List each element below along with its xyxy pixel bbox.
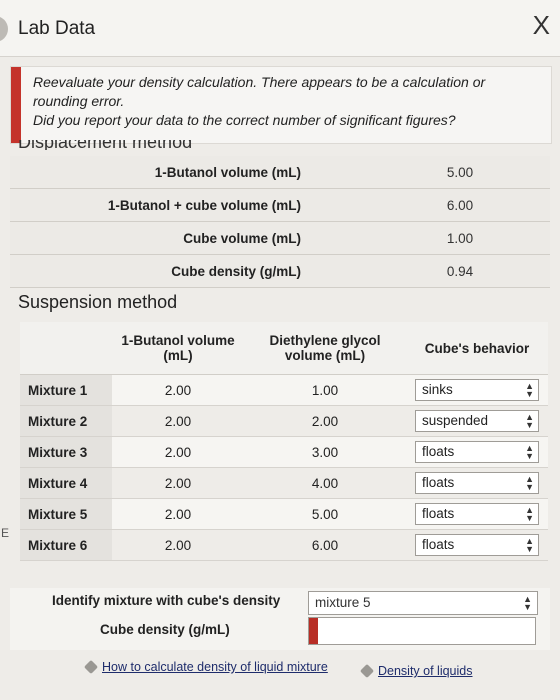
identify-section: Identify mixture with cube's density mix… <box>10 588 550 650</box>
error-marker <box>309 618 318 644</box>
butanol-value: 2.00 <box>112 467 244 499</box>
row-label: 1-Butanol + cube volume (mL) <box>10 188 341 222</box>
calc-density-link[interactable]: How to calculate density of liquid mixtu… <box>83 659 328 675</box>
header-row: 1-Butanol volume (mL) Diethylene glycol … <box>20 322 548 375</box>
displacement-heading: Displacement method <box>18 140 193 150</box>
table-row: Mixture 5 2.00 5.00 floats ▲ ▼ <box>20 498 548 530</box>
cube-density-input[interactable] <box>308 617 536 645</box>
table-row: 1-Butanol volume (mL) 5.00 <box>10 156 550 189</box>
empty-header <box>20 322 112 375</box>
behavior-select[interactable]: floats ▲ ▼ <box>415 472 539 494</box>
displacement-table: 1-Butanol volume (mL) 5.00 1-Butanol + c… <box>10 156 550 288</box>
butanol-value: 2.00 <box>112 498 244 530</box>
side-tab <box>0 16 8 42</box>
alert-line-2: Did you report your data to the correct … <box>33 112 456 128</box>
row-value: 1.00 <box>341 221 550 255</box>
row-value: 5.00 <box>341 156 550 189</box>
alert-line-1: Reevaluate your density calculation. The… <box>33 74 486 109</box>
alert-accent-bar <box>11 67 21 143</box>
glycol-value: 3.00 <box>244 436 406 468</box>
updown-arrows-icon: ▲ ▼ <box>525 474 534 492</box>
behavior-select[interactable]: floats ▲ ▼ <box>415 503 539 525</box>
row-value: 0.94 <box>341 254 550 288</box>
suspension-table: 1-Butanol volume (mL) Diethylene glycol … <box>20 322 548 561</box>
behavior-select[interactable]: floats ▲ ▼ <box>415 534 539 556</box>
density-liquids-link[interactable]: Density of liquids <box>359 663 473 679</box>
identify-label: Identify mixture with cube's density <box>52 593 281 608</box>
table-row: Mixture 3 2.00 3.00 floats ▲ ▼ <box>20 436 548 468</box>
column-header-glycol: Diethylene glycol volume (mL) <box>244 322 406 375</box>
mixture-label: Mixture 2 <box>20 405 112 437</box>
row-label: Cube volume (mL) <box>10 221 341 255</box>
help-links: How to calculate density of liquid mixtu… <box>0 656 560 680</box>
behavior-value: floats <box>422 537 455 552</box>
window-title: Lab Data <box>18 18 96 39</box>
table-row: Mixture 2 2.00 2.00 suspended ▲ ▼ <box>20 405 548 437</box>
behavior-value: suspended <box>422 413 489 428</box>
mixture-label: Mixture 5 <box>20 498 112 530</box>
updown-arrows-icon: ▲ ▼ <box>525 536 534 554</box>
row-label: 1-Butanol volume (mL) <box>10 156 341 189</box>
glycol-value: 1.00 <box>244 374 406 406</box>
butanol-value: 2.00 <box>112 529 244 561</box>
behavior-select[interactable]: floats ▲ ▼ <box>415 441 539 463</box>
butanol-value: 2.00 <box>112 405 244 437</box>
updown-arrows-icon: ▲ ▼ <box>523 594 532 612</box>
mixture-select-value: mixture 5 <box>315 595 371 610</box>
behavior-select[interactable]: suspended ▲ ▼ <box>415 410 539 432</box>
title-bar: Lab Data X <box>0 0 560 57</box>
updown-arrows-icon: ▲ ▼ <box>525 412 534 430</box>
updown-arrows-icon: ▲ ▼ <box>525 505 534 523</box>
row-value: 6.00 <box>341 188 550 222</box>
mixture-label: Mixture 6 <box>20 529 112 561</box>
behavior-value: floats <box>422 506 455 521</box>
mixture-label: Mixture 3 <box>20 436 112 468</box>
column-header-behavior: Cube's behavior <box>406 322 548 375</box>
row-label: Cube density (g/mL) <box>10 254 341 288</box>
edge-letter: E <box>1 526 10 540</box>
table-row: Cube density (g/mL) 0.94 <box>10 254 550 288</box>
glycol-value: 6.00 <box>244 529 406 561</box>
glycol-value: 4.00 <box>244 467 406 499</box>
link-diamond-icon <box>359 663 375 679</box>
suspension-heading: Suspension method <box>18 292 178 312</box>
glycol-value: 5.00 <box>244 498 406 530</box>
table-row: Mixture 6 2.00 6.00 floats ▲ ▼ <box>20 529 548 561</box>
table-row: 1-Butanol + cube volume (mL) 6.00 <box>10 188 550 222</box>
table-row: Mixture 4 2.00 4.00 floats ▲ ▼ <box>20 467 548 499</box>
column-header-butanol: 1-Butanol volume (mL) <box>112 322 244 375</box>
error-alert: Reevaluate your density calculation. The… <box>10 66 552 144</box>
mixture-label: Mixture 4 <box>20 467 112 499</box>
butanol-value: 2.00 <box>112 436 244 468</box>
calc-density-link-text: How to calculate density of liquid mixtu… <box>102 660 328 674</box>
density-label: Cube density (g/mL) <box>100 622 230 637</box>
behavior-value: floats <box>422 475 455 490</box>
butanol-value: 2.00 <box>112 374 244 406</box>
lab-data-page: Lab Data X Reevaluate your density calcu… <box>0 0 560 700</box>
close-icon[interactable]: X <box>533 10 550 41</box>
updown-arrows-icon: ▲ ▼ <box>525 381 534 399</box>
mixture-select[interactable]: mixture 5 ▲ ▼ <box>308 591 538 615</box>
link-diamond-icon <box>83 659 99 675</box>
behavior-value: floats <box>422 444 455 459</box>
behavior-select[interactable]: sinks ▲ ▼ <box>415 379 539 401</box>
table-row: Cube volume (mL) 1.00 <box>10 221 550 255</box>
density-liquids-link-text: Density of liquids <box>378 664 473 678</box>
updown-arrows-icon: ▲ ▼ <box>525 443 534 461</box>
behavior-value: sinks <box>422 382 453 397</box>
table-row: Mixture 1 2.00 1.00 sinks ▲ ▼ <box>20 374 548 406</box>
mixture-label: Mixture 1 <box>20 374 112 406</box>
glycol-value: 2.00 <box>244 405 406 437</box>
